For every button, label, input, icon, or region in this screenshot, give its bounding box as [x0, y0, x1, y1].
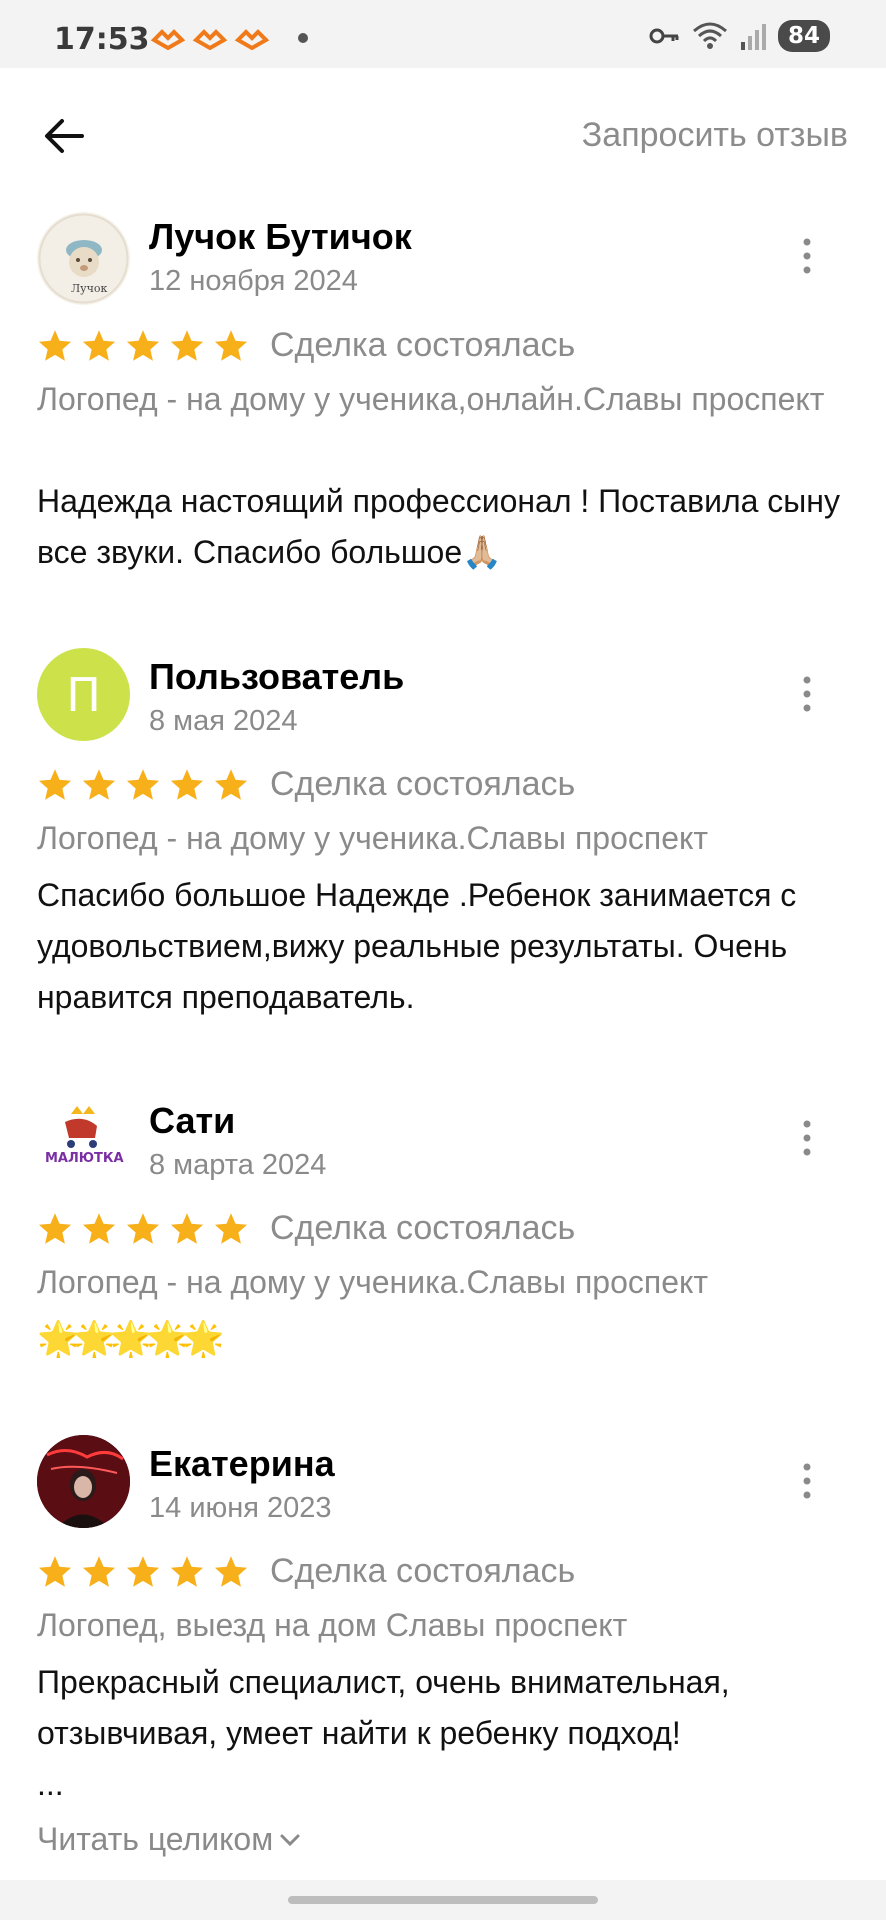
avatar-letter: П [66, 667, 101, 722]
review-service: Логопед - на дому у ученика.Славы проспе… [37, 820, 708, 856]
star-icon [126, 1213, 160, 1244]
review-service: Логопед - на дому у ученика,онлайн.Славы… [37, 381, 825, 417]
star-icon [170, 769, 204, 800]
star-rating [37, 1554, 249, 1590]
more-vertical-icon[interactable] [795, 674, 819, 714]
read-more-button[interactable]: Читать целиком [37, 1821, 301, 1858]
request-review-button[interactable]: Запросить отзыв [582, 116, 848, 155]
review-author: Пользователь [149, 656, 405, 697]
svg-text:Лучок: Лучок [71, 282, 108, 295]
star-icon [214, 330, 248, 361]
star-icon [170, 330, 204, 361]
more-notifications-dot [298, 33, 308, 43]
heart-notification-icon [192, 29, 228, 50]
star-icon [38, 1556, 72, 1587]
heart-notification-icon [150, 29, 186, 50]
battery-level: 84 [777, 20, 830, 52]
chevron-down-icon [280, 1834, 300, 1846]
status-bar: 17:53 84 [0, 0, 886, 68]
star-icon [170, 1213, 204, 1244]
star-icon [126, 1556, 160, 1587]
more-vertical-icon[interactable] [795, 236, 819, 276]
more-vertical-icon[interactable] [795, 1461, 819, 1501]
star-icon [126, 769, 160, 800]
star-icon [170, 1556, 204, 1587]
review-text: Прекрасный специалист, очень внимательна… [37, 1664, 730, 1802]
review-author: Лучок Бутичок [149, 216, 412, 257]
avatar[interactable]: Лучок [37, 212, 130, 305]
review-date: 8 марта 2024 [149, 1149, 327, 1181]
notification-icons [150, 26, 308, 50]
star-icon [82, 769, 116, 800]
star-icon [214, 1556, 248, 1587]
home-indicator[interactable] [288, 1896, 598, 1904]
review-text: Спасибо большое Надежде .Ребенок занимае… [37, 877, 797, 1015]
review-author: Екатерина [149, 1443, 335, 1484]
deal-status: Сделка состоялась [270, 1552, 576, 1590]
signal-icon [740, 24, 766, 50]
status-right-icons: 84 [648, 20, 830, 52]
star-icon [214, 769, 248, 800]
deal-status: Сделка состоялась [270, 326, 576, 364]
avatar[interactable] [37, 1435, 130, 1528]
heart-notification-icon [234, 29, 270, 50]
star-icon [126, 330, 160, 361]
star-icon [214, 1213, 248, 1244]
star-icon [82, 1213, 116, 1244]
star-rating [37, 1211, 249, 1247]
star-rating [37, 328, 249, 364]
arrow-left-icon[interactable] [40, 112, 88, 160]
review-date: 14 июня 2023 [149, 1492, 332, 1524]
star-icon [82, 330, 116, 361]
star-icon [38, 1213, 72, 1244]
user-photo-icon [37, 1435, 130, 1528]
status-time: 17:53 [54, 22, 150, 57]
deal-status: Сделка состоялась [270, 1209, 576, 1247]
star-rating [37, 767, 249, 803]
stroller-logo-icon: МАЛЮТКА [38, 1093, 129, 1184]
star-icon [82, 1556, 116, 1587]
deal-status: Сделка состоялась [270, 765, 576, 803]
review-service: Логопед - на дому у ученика.Славы проспе… [37, 1264, 708, 1300]
review-date: 8 мая 2024 [149, 705, 298, 737]
vpn-key-icon [649, 28, 679, 44]
star-icon [38, 769, 72, 800]
bear-logo-icon: Лучок [38, 213, 129, 304]
review-date: 12 ноября 2024 [149, 265, 358, 297]
svg-text:МАЛЮТКА: МАЛЮТКА [45, 1151, 124, 1166]
avatar[interactable]: П [37, 648, 130, 741]
top-bar: Запросить отзыв [0, 68, 886, 198]
avatar[interactable]: МАЛЮТКА [37, 1092, 130, 1185]
star-icon [38, 330, 72, 361]
review-service: Логопед, выезд на дом Славы проспект [37, 1607, 628, 1643]
read-more-label: Читать целиком [37, 1821, 274, 1857]
review-author: Сати [149, 1100, 236, 1141]
review-text: Надежда настоящий профессионал ! Постави… [37, 483, 840, 570]
review-text: 🌟🌟🌟🌟🌟 [37, 1320, 225, 1358]
more-vertical-icon[interactable] [795, 1118, 819, 1158]
wifi-icon [692, 22, 727, 49]
